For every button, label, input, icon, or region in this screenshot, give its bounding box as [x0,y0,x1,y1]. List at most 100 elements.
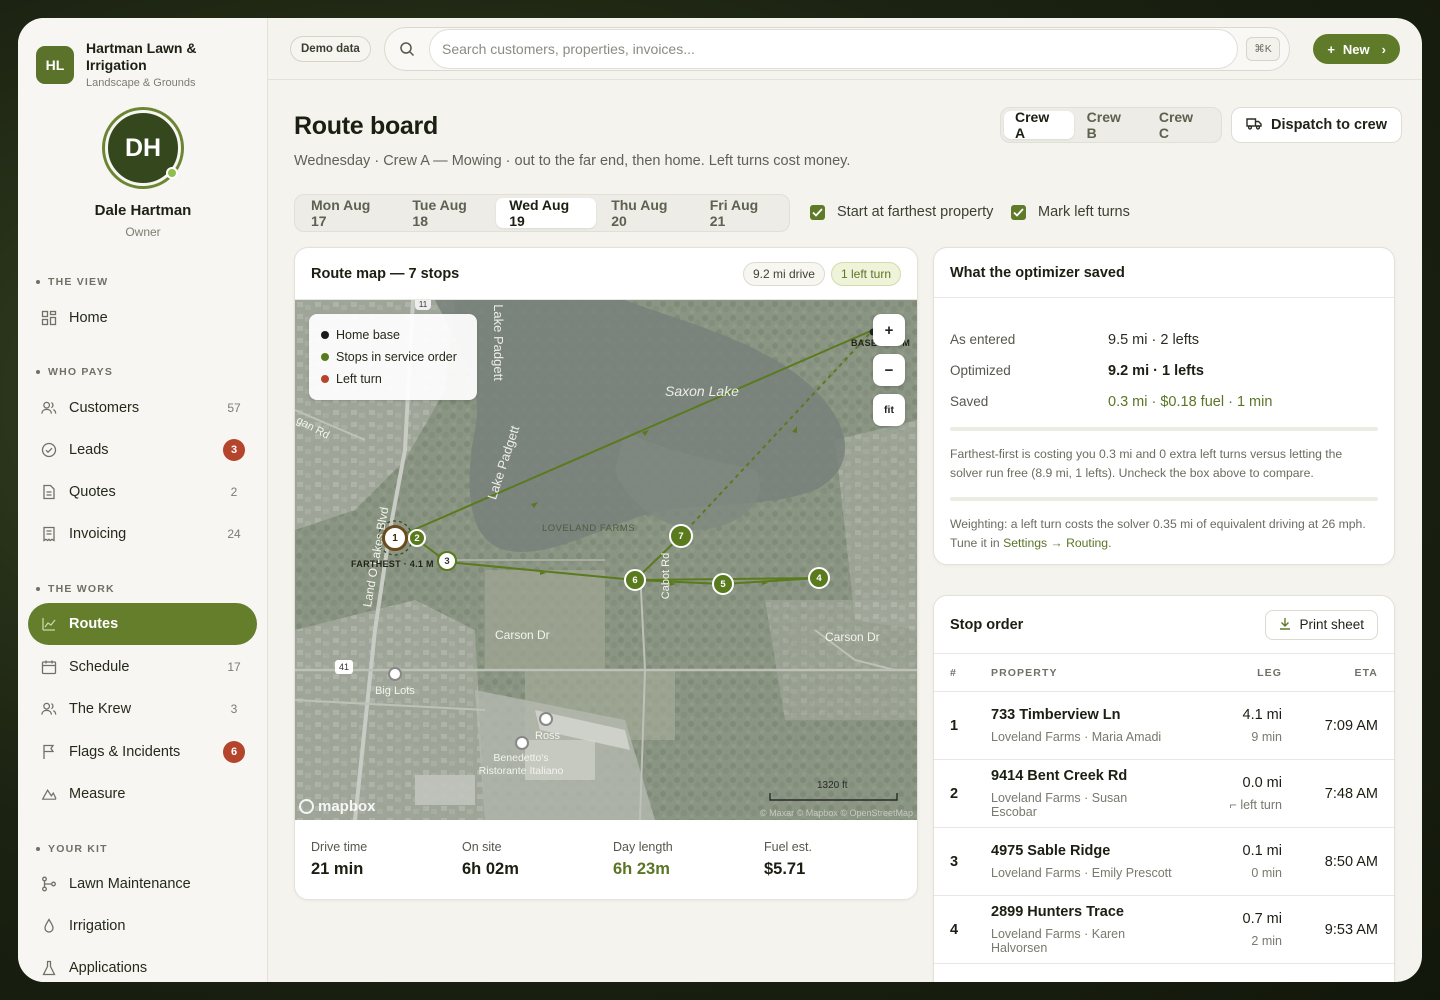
sidebar-item-applications[interactable]: Applications [28,947,257,982]
nav-section-the-work: THE WORK [36,583,115,595]
tab-crew-c[interactable]: Crew C [1148,109,1218,141]
new-button[interactable]: + New › [1313,34,1400,64]
zoom-in-button[interactable]: + [873,314,905,346]
sidebar-item-badge: 6 [223,741,245,763]
leg-distance: 0.7 mi [1242,911,1283,927]
sidebar-item-invoicing[interactable]: Invoicing 24 [28,513,257,555]
sidebar-item-leads[interactable]: Leads 3 [28,429,257,471]
restaurant-pin-icon [515,736,529,750]
sidebar-item-schedule[interactable]: Schedule 17 [28,646,257,688]
fit-bounds-button[interactable]: fit [873,394,905,426]
check-circle-icon [41,442,57,458]
sidebar-item-home[interactable]: Home [28,297,257,339]
column-header-property: PROPERTY [991,666,1058,679]
search-input[interactable] [429,29,1238,69]
sidebar-item-lawn-maintenance[interactable]: Lawn Maintenance [28,863,257,905]
leg-distance: 4.1 mi [1242,707,1283,723]
map-attribution[interactable]: © Maxar © Mapbox © OpenStreetMap [760,808,913,818]
leg-time: 0 min [1251,866,1282,880]
profile-name: Dale Hartman [94,202,192,219]
tab-day-fri[interactable]: Fri Aug 21 [697,197,786,229]
sidebar-item-label: Home [69,310,108,326]
brand-subtitle: Landscape & Grounds [86,77,196,89]
users-icon [41,701,57,717]
stop-marker-7[interactable]: 7 [669,524,693,548]
nav-section-your-kit: YOUR KIT [36,843,108,855]
tab-crew-b[interactable]: Crew B [1076,109,1146,141]
shopping-pin-icon [539,712,553,726]
tab-day-mon[interactable]: Mon Aug 17 [298,197,397,229]
start-farthest-checkbox[interactable]: Start at farthest property [810,204,993,220]
stop-property: 4975 Sable Ridge Loveland Farms · Emily P… [991,843,1172,880]
stop-marker-3[interactable]: 3 [437,551,457,571]
sidebar-item-the-krew[interactable]: The Krew 3 [28,688,257,730]
table-row[interactable]: 2 9414 Bent Creek Rd Loveland Farms · Sus… [934,760,1394,828]
dispatch-to-crew-button[interactable]: Dispatch to crew [1231,107,1403,143]
stop-leg: 0.0 mi ⌐ left turn [1172,775,1282,812]
demo-data-badge[interactable]: Demo data [290,36,371,62]
document-icon [41,484,57,500]
table-row[interactable]: 3 4975 Sable Ridge Loveland Farms · Emily… [934,828,1394,896]
stop-marker-5[interactable]: 5 [712,573,734,595]
print-sheet-button[interactable]: Print sheet [1265,609,1378,640]
table-row[interactable]: 4 2899 Hunters Trace Loveland Farms · Kar… [934,896,1394,964]
stop-marker-1[interactable]: 1 [382,525,408,551]
brand-logo: HL [36,46,74,84]
settings-routing-link[interactable]: Settings → Routing [1003,536,1108,550]
day-tabs: Mon Aug 17 Tue Aug 18 Wed Aug 19 Thu Aug… [294,194,790,232]
savings-key: As entered [950,332,1016,347]
tab-day-thu[interactable]: Thu Aug 20 [598,197,695,229]
mark-left-turns-checkbox[interactable]: Mark left turns [1011,204,1130,220]
dispatch-label: Dispatch to crew [1271,117,1388,133]
sidebar-item-quotes[interactable]: Quotes 2 [28,471,257,513]
nav-section-label: WHO PAYS [48,366,114,378]
sidebar-item-irrigation[interactable]: Irrigation [28,905,257,947]
stop-number: 4 [816,572,822,584]
sidebar-item-count: 2 [230,485,238,499]
avatar[interactable]: DH [105,110,181,186]
scale-label: 1320 ft [817,780,848,791]
stop-marker-4[interactable]: 4 [808,567,830,589]
savings-key: Optimized [950,363,1011,378]
stop-number: 3 [950,853,959,870]
tab-day-wed[interactable]: Wed Aug 19 [496,197,597,229]
sidebar-item-routes[interactable]: Routes [28,603,257,645]
stop-number: 5 [720,578,726,590]
shopping-pin-icon [388,667,402,681]
stat-on-site: On site 6h 02m [446,820,597,899]
app-window: HL Hartman Lawn & Irrigation Landscape &… [18,18,1422,982]
table-row[interactable]: 1 733 Timberview Ln Loveland Farms · Mari… [934,692,1394,760]
keyboard-shortcut-hint: ⌘K [1246,37,1280,61]
sidebar-item-flags-incidents[interactable]: Flags & Incidents 6 [28,731,257,773]
stop-marker-2[interactable]: 2 [408,529,426,547]
map-label-lake: Saxon Lake [665,383,739,399]
search-bar[interactable]: ⌘K [384,27,1290,71]
stop-leg: 0.7 mi 2 min [1172,911,1283,948]
stat-label: On site [462,840,502,854]
property-name: 2899 Hunters Trace [991,904,1124,920]
stop-marker-6[interactable]: 6 [624,569,646,591]
brand[interactable]: HL Hartman Lawn & Irrigation Landscape &… [36,40,216,89]
stat-value: 6h 02m [462,860,519,878]
zoom-out-button[interactable]: − [873,354,905,386]
column-header-leg: LEG [1257,666,1282,679]
property-sub: Loveland Farms · Susan Escobar [991,791,1128,819]
optimizer-savings-card: What the optimizer saved As entered 9.5 m… [933,247,1395,565]
checkbox-label: Mark left turns [1038,204,1130,220]
sidebar-item-count: 17 [227,660,241,674]
leg-left-turn-label: left turn [1240,798,1282,812]
checkbox-checked-icon[interactable] [810,204,825,220]
legend-label: Stops in service order [336,350,457,364]
tab-crew-a[interactable]: Crew A [1004,109,1074,141]
stop-property: 2899 Hunters Trace Loveland Farms · Karen… [991,904,1172,955]
route-map[interactable]: Saxon Lake Lake Padgett Lake Padgett LOV… [295,300,917,820]
stop-number: 1 [950,717,959,734]
sidebar-item-badge: 3 [223,439,245,461]
checkbox-checked-icon[interactable] [1011,204,1026,220]
sidebar-item-customers[interactable]: Customers 57 [28,387,257,429]
sidebar-item-measure[interactable]: Measure [28,773,257,815]
truck-icon [1246,117,1262,134]
farthest-label: FARTHEST · 4.1 M [351,559,434,569]
tab-day-tue[interactable]: Tue Aug 18 [399,197,494,229]
sidebar-item-label: Schedule [69,659,130,675]
